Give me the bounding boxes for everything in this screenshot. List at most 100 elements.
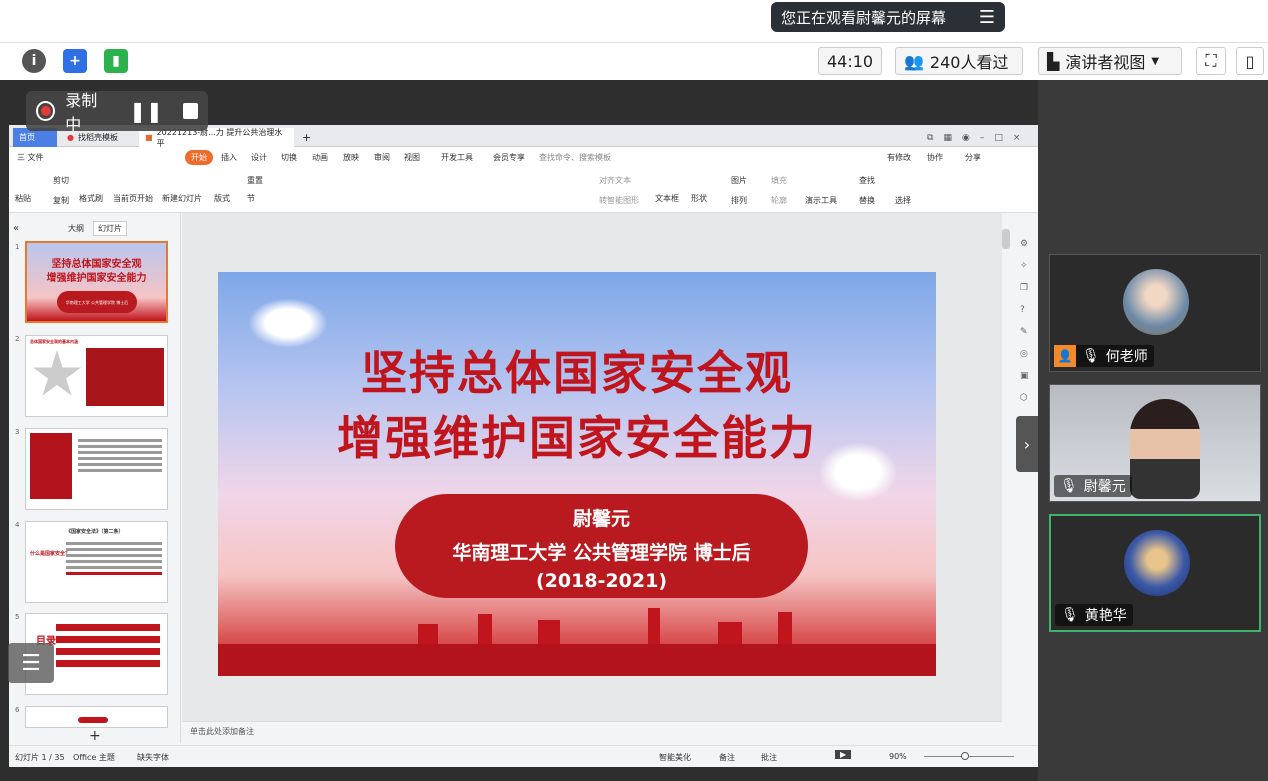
menu-review[interactable]: 审阅	[374, 152, 390, 163]
fill-button[interactable]: 填充	[771, 175, 787, 186]
people-icon: 👥	[904, 51, 924, 71]
signal-icon[interactable]: ▮	[104, 49, 128, 73]
tab-outline[interactable]: 大纲	[68, 223, 84, 234]
play-icon[interactable]: ▶	[835, 750, 852, 759]
new-slide-button[interactable]: 新建幻灯片	[162, 193, 202, 204]
add-tab-icon[interactable]: +	[296, 128, 317, 147]
menu-view[interactable]: 视图	[404, 152, 420, 163]
layout-button[interactable]: 版式	[214, 193, 230, 204]
host-icon: 👤	[1054, 345, 1076, 367]
collapse-panel-icon[interactable]: «	[13, 223, 19, 234]
settings-icon[interactable]: ⚙	[1020, 233, 1029, 255]
collapse-panel-button[interactable]: ›	[1016, 416, 1038, 472]
section-button[interactable]: 节	[247, 193, 255, 204]
arrange-button[interactable]: 排列	[731, 195, 747, 206]
text-box-button[interactable]: 文本框	[655, 193, 679, 204]
page-icon[interactable]: ⧉	[927, 133, 933, 143]
view-mode-select[interactable]: ▙ 演讲者视图 ▼	[1038, 47, 1182, 75]
magic-icon[interactable]: ✧	[1020, 255, 1029, 277]
zoom-slider-handle[interactable]	[961, 752, 969, 760]
fullscreen-icon[interactable]: ⛶	[1196, 47, 1226, 75]
slide-red-base	[218, 644, 936, 676]
menu-member[interactable]: 会员专享	[493, 152, 525, 163]
zoom-level[interactable]: 90%	[889, 752, 907, 761]
menu-collaborate[interactable]: 协作	[927, 152, 943, 163]
slide-thumbnail-4[interactable]: 《国家安全法》（第二条） 什么是国家安全？	[25, 521, 168, 603]
slide-thumbnail-2[interactable]: 总体国家安全观的基本内涵	[25, 335, 168, 417]
meeting-timer: 44:10	[818, 47, 882, 75]
menu-animation[interactable]: 动画	[312, 152, 328, 163]
help-icon[interactable]: ?	[1020, 299, 1029, 321]
grid-icon[interactable]: ▦	[943, 133, 952, 143]
menu-insert[interactable]: 插入	[221, 152, 237, 163]
align-text-button[interactable]: 对齐文本	[599, 175, 631, 186]
menu-start[interactable]: 开始	[185, 150, 213, 165]
book-icon[interactable]: ▣	[1020, 365, 1029, 387]
maximize-icon[interactable]: □	[994, 133, 1003, 143]
thumb-title: 增强维护国家安全能力	[46, 273, 147, 284]
menu-modified[interactable]: 有修改	[887, 152, 911, 163]
paste-button[interactable]: 粘贴	[15, 193, 31, 204]
participant-tile[interactable]: 👤 🎙 何老师	[1049, 254, 1261, 372]
location-icon[interactable]: ◎	[1020, 343, 1029, 365]
replace-button[interactable]: 替换	[859, 195, 875, 206]
copy-icon[interactable]: ❐	[1020, 277, 1029, 299]
viewers-count[interactable]: 👥 240人看过	[895, 47, 1023, 75]
select-button[interactable]: 选择	[895, 195, 911, 206]
meeting-toolbar: i + ▮ 44:10 👥 240人看过 ▙ 演讲者视图 ▼ ⛶ ▯	[0, 42, 1268, 80]
close-icon[interactable]: ×	[1013, 133, 1021, 143]
banner-text: 您正在观看尉馨元的屏幕	[781, 8, 947, 27]
notes-field[interactable]: 单击此处添加备注	[182, 721, 1002, 743]
zoom-slider[interactable]	[924, 756, 1014, 757]
format-painter-button[interactable]: 格式刷	[79, 193, 103, 204]
shape-button[interactable]: 形状	[691, 193, 707, 204]
outline-button[interactable]: 轮廓	[771, 195, 787, 206]
menu-slideshow[interactable]: 放映	[343, 152, 359, 163]
stop-icon[interactable]	[182, 103, 198, 119]
shield-icon[interactable]: +	[63, 49, 87, 73]
participant-label: 👤 🎙 何老师	[1054, 345, 1154, 367]
missing-fonts[interactable]: 缺失字体	[137, 752, 169, 763]
comments-toggle[interactable]: 批注	[761, 752, 777, 763]
menu-icon[interactable]: ☰	[979, 7, 995, 28]
reset-button[interactable]: 重置	[247, 175, 263, 186]
menu-design[interactable]: 设计	[251, 152, 267, 163]
menu-file[interactable]: 三 文件	[17, 152, 44, 163]
menu-transition[interactable]: 切换	[281, 152, 297, 163]
add-slide-icon[interactable]: +	[89, 728, 101, 744]
participant-tile[interactable]: 🎙 尉馨元	[1049, 384, 1261, 502]
menu-share[interactable]: 分享	[965, 152, 981, 163]
slide-number: 2	[15, 335, 20, 343]
user-avatar-icon[interactable]: ◉	[962, 133, 970, 143]
edit-icon[interactable]: ✎	[1020, 321, 1029, 343]
cut-button[interactable]: 剪切	[53, 175, 69, 186]
ppt-icon: ■	[145, 133, 153, 142]
info-icon[interactable]: i	[22, 49, 46, 73]
sidebar-icon[interactable]: ▯	[1236, 47, 1264, 75]
command-search[interactable]: 查找命令、搜索模板	[539, 152, 611, 163]
participant-tile-speaking[interactable]: 🎙 黄艳华	[1049, 514, 1261, 632]
list-menu-icon[interactable]: ☰	[8, 643, 54, 683]
thumb-title: 《国家安全法》（第二条）	[66, 529, 124, 535]
convert-smartart-button[interactable]: 转智能图形	[599, 195, 639, 206]
pause-icon[interactable]: ❚❚	[129, 99, 163, 123]
picture-button[interactable]: 图片	[731, 175, 747, 186]
find-button[interactable]: 查找	[859, 175, 875, 186]
cube-icon[interactable]: ⬡	[1020, 387, 1029, 409]
scrollbar-thumb[interactable]	[1002, 229, 1010, 249]
slide-thumbnail-1[interactable]: 坚持总体国家安全观 增强维护国家安全能力 华南理工大学 公共管理学院 博士后	[25, 241, 168, 323]
slide-thumbnail-3[interactable]	[25, 428, 168, 510]
minimize-icon[interactable]: –	[980, 133, 985, 143]
presenter-tools-button[interactable]: 演示工具	[805, 195, 837, 206]
menu-developer[interactable]: 开发工具	[441, 152, 473, 163]
slide-thumbnail-6[interactable]	[25, 706, 168, 728]
tab-slides[interactable]: 幻灯片	[93, 221, 127, 236]
recording-indicator: 录制中 ❚❚	[26, 91, 208, 134]
from-current-button[interactable]: 当前页开始	[113, 193, 153, 204]
slide-counter[interactable]: 幻灯片 1 / 35	[15, 752, 65, 763]
theme-label[interactable]: Office 主题	[73, 752, 115, 763]
notes-toggle[interactable]: 备注	[719, 752, 735, 763]
smart-beautify-button[interactable]: 智能美化	[659, 752, 691, 763]
copy-button[interactable]: 复制	[53, 195, 69, 206]
slide-number: 4	[15, 521, 20, 529]
